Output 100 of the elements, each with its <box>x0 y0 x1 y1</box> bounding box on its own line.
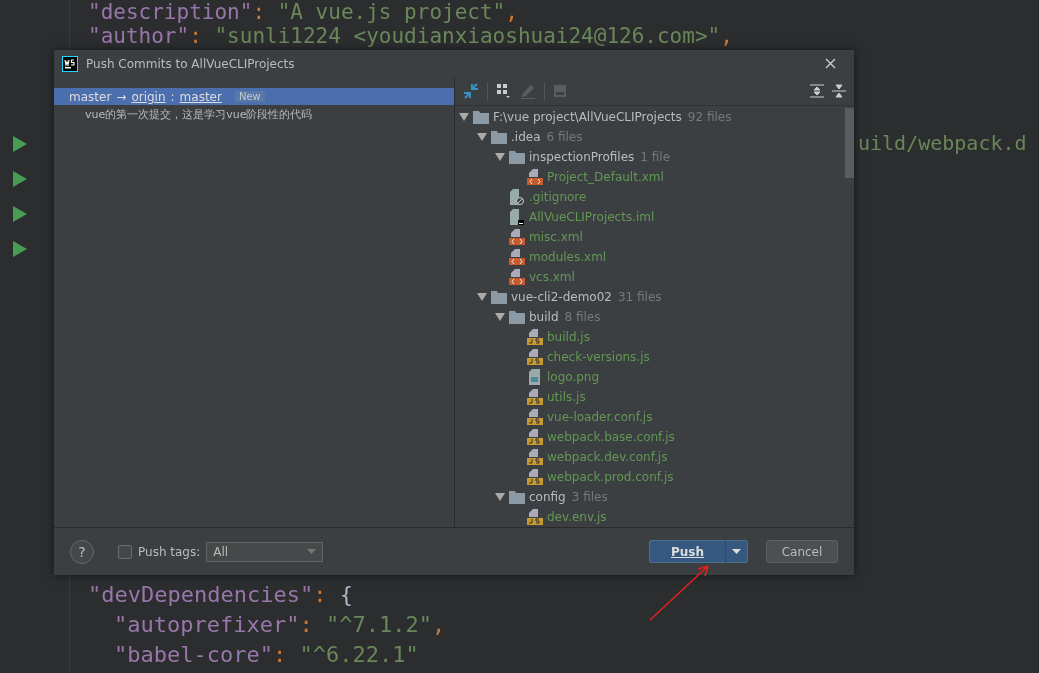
folder-icon <box>509 150 525 164</box>
tree-item-name[interactable]: webpack.prod.conf.js <box>547 470 674 484</box>
folder-icon <box>509 310 525 324</box>
annotation-arrow <box>648 562 712 622</box>
new-badge: New <box>234 91 265 102</box>
code-text: : <box>313 582 328 607</box>
expand-toggle-icon[interactable] <box>495 492 505 502</box>
collapse-all-icon[interactable] <box>832 84 846 98</box>
js-file-icon <box>527 389 543 405</box>
tree-item-name[interactable]: F:\vue project\AllVueCLIProjects <box>493 110 682 124</box>
tree-item-name[interactable]: vcs.xml <box>529 270 575 284</box>
xml-file-icon <box>509 249 525 265</box>
code-text: : <box>299 612 314 637</box>
folder-icon <box>473 110 489 124</box>
code-text: "^7.1.2" <box>325 612 432 637</box>
dialog-title: Push Commits to AllVueCLIProjects <box>86 56 296 71</box>
code-text: "description" <box>88 0 253 24</box>
code-text: "devDependencies" <box>88 582 314 607</box>
branch-row[interactable]: master → origin : master New <box>54 88 454 105</box>
tree-item-name[interactable]: build <box>529 310 559 324</box>
expand-all-icon[interactable] <box>810 84 824 98</box>
expand-toggle-icon[interactable] <box>477 292 487 302</box>
tree-item-name[interactable]: .gitignore <box>529 190 587 204</box>
image-file-icon <box>527 369 543 385</box>
remote-link[interactable]: origin <box>131 89 166 104</box>
xml-file-icon <box>509 229 525 245</box>
tree-item-name[interactable]: webpack.base.conf.js <box>547 430 675 444</box>
expand-toggle-icon[interactable] <box>495 152 505 162</box>
tree-item-name[interactable]: vue-loader.conf.js <box>547 410 653 424</box>
tree-item-name[interactable]: Project_Default.xml <box>547 170 664 184</box>
code-text: "sunli1224 <youdianxiaoshuai24@126.com>" <box>214 24 721 48</box>
branch-name: master <box>69 89 112 104</box>
tree-item-name[interactable]: .idea <box>511 130 541 144</box>
app-logo-icon <box>62 55 78 72</box>
tags-dropdown[interactable]: All <box>206 541 324 562</box>
push-tags-label: Push tags: <box>138 544 201 559</box>
expand-toggle-icon[interactable] <box>477 132 487 142</box>
js-file-icon <box>527 509 543 525</box>
tree-item-name[interactable]: logo.png <box>547 370 600 384</box>
js-file-icon <box>527 329 543 345</box>
run-icon[interactable] <box>13 241 27 257</box>
code-text: "^6.22.1" <box>299 642 419 667</box>
arrows-icon[interactable] <box>463 83 479 99</box>
code-text: , <box>720 24 733 48</box>
file-count: 92 files <box>687 110 732 124</box>
separator-text: : <box>170 89 175 104</box>
help-button[interactable]: ? <box>70 539 94 564</box>
code-text: "autoprefixer" <box>114 612 300 637</box>
tree-item-name[interactable]: modules.xml <box>529 250 607 264</box>
folder-icon <box>491 130 507 144</box>
js-file-icon <box>527 429 543 445</box>
tree-item-name[interactable]: dev.env.js <box>547 510 607 524</box>
module-file-icon <box>509 209 525 225</box>
scrollbar-thumb[interactable] <box>845 108 854 178</box>
folder-icon <box>491 290 507 304</box>
arrow-text: → <box>116 89 127 104</box>
tree-item-name[interactable]: check-versions.js <box>547 350 650 364</box>
tree-item-name[interactable]: AllVueCLIProjects.iml <box>529 210 655 224</box>
run-icon[interactable] <box>13 136 27 152</box>
target-branch-link[interactable]: master <box>179 89 222 104</box>
tree-item-name[interactable]: vue-cli2-demo02 <box>511 290 612 304</box>
js-file-icon <box>527 409 543 425</box>
js-file-icon <box>527 449 543 465</box>
file-count: 31 files <box>617 290 662 304</box>
code-text: : <box>189 24 203 48</box>
code-text: , <box>505 0 518 24</box>
dropdown-caret-icon <box>307 549 317 554</box>
file-count: 8 files <box>564 310 601 324</box>
run-icon[interactable] <box>13 171 27 187</box>
tree-item-name[interactable]: config <box>529 490 566 504</box>
xml-file-icon <box>509 269 525 285</box>
file-count: 6 files <box>546 130 583 144</box>
grid-icon[interactable] <box>496 83 512 99</box>
expand-toggle-icon[interactable] <box>459 112 469 122</box>
tree-item-name[interactable]: build.js <box>547 330 590 344</box>
tree-item-name[interactable]: misc.xml <box>529 230 583 244</box>
cancel-button[interactable]: Cancel <box>766 540 838 563</box>
close-icon[interactable] <box>825 58 836 69</box>
code-text: { <box>339 582 353 607</box>
code-text: : <box>272 642 288 667</box>
push-tags-checkbox[interactable] <box>118 544 132 559</box>
push-button[interactable]: Push <box>649 540 726 563</box>
folder-icon <box>509 490 525 504</box>
code-text: "author" <box>88 24 190 48</box>
tree-item-name[interactable]: utils.js <box>547 390 586 404</box>
run-icon[interactable] <box>13 206 27 222</box>
push-options-button[interactable] <box>726 540 748 563</box>
code-text: uild/webpack.d <box>858 131 1027 155</box>
tree-item-name[interactable]: inspectionProfiles <box>529 150 635 164</box>
ignored-file-icon <box>509 189 525 205</box>
xml-file-icon <box>527 169 543 185</box>
commit-message[interactable]: vue的第一次提交，这是学习vue阶段性的代码 <box>54 105 454 125</box>
expand-toggle-icon[interactable] <box>495 312 505 322</box>
code-text: : <box>252 0 267 24</box>
file-count: 1 file <box>640 150 671 164</box>
code-text: "babel-core" <box>114 642 273 667</box>
tree-item-name[interactable]: webpack.dev.conf.js <box>547 450 668 464</box>
js-file-icon <box>527 349 543 365</box>
code-text: "A vue.js project" <box>277 0 506 24</box>
file-count: 3 files <box>571 490 608 504</box>
